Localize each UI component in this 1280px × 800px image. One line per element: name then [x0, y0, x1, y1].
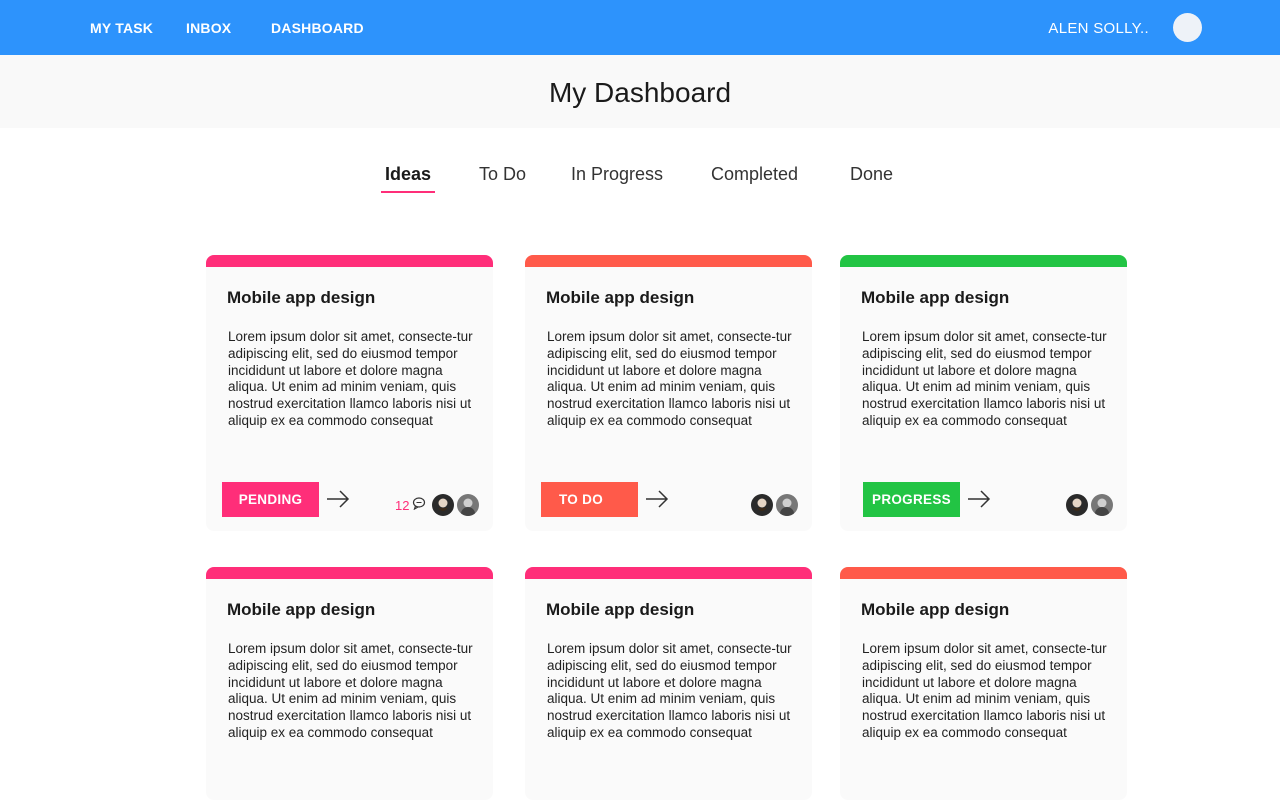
active-tab-indicator [381, 191, 435, 193]
task-card[interactable]: Mobile app design Lorem ipsum dolor sit … [840, 567, 1127, 800]
card-accent-bar [525, 255, 812, 267]
member-avatar[interactable] [776, 494, 798, 516]
task-card[interactable]: Mobile app design Lorem ipsum dolor sit … [840, 255, 1127, 531]
nav-link-my-task[interactable]: MY TASK [90, 20, 153, 36]
card-title: Mobile app design [546, 600, 695, 619]
card-description: Lorem ipsum dolor sit amet, consecte-tur… [862, 641, 1107, 740]
card-accent-bar [206, 255, 493, 267]
arrow-right-icon[interactable] [644, 488, 670, 510]
member-avatar[interactable] [432, 494, 454, 516]
card-title: Mobile app design [227, 288, 376, 307]
page-title: My Dashboard [548, 77, 732, 108]
member-avatar[interactable] [457, 494, 479, 516]
tab-ideas[interactable]: Ideas [385, 164, 431, 185]
status-button-progress[interactable]: PROGRESS [863, 482, 960, 517]
comment-count: 12 [395, 498, 410, 513]
card-description: Lorem ipsum dolor sit amet, consecte-tur… [862, 329, 1107, 428]
task-card[interactable]: Mobile app design Lorem ipsum dolor sit … [525, 255, 812, 531]
nav-link-inbox[interactable]: INBOX [186, 20, 231, 36]
card-title: Mobile app design [546, 288, 695, 307]
card-accent-bar [840, 255, 1127, 267]
user-name[interactable]: ALEN SOLLY.. [1048, 20, 1149, 37]
task-card[interactable]: Mobile app design Lorem ipsum dolor sit … [206, 567, 493, 800]
member-avatar[interactable] [1091, 494, 1113, 516]
card-accent-bar [206, 567, 493, 579]
user-avatar[interactable] [1173, 13, 1202, 42]
card-description: Lorem ipsum dolor sit amet, consecte-tur… [547, 329, 792, 428]
card-title: Mobile app design [861, 600, 1010, 619]
card-accent-bar [840, 567, 1127, 579]
title-bar: My Dashboard [0, 55, 1280, 128]
comment-icon[interactable] [412, 496, 426, 510]
task-card[interactable]: Mobile app design Lorem ipsum dolor sit … [525, 567, 812, 800]
card-title: Mobile app design [861, 288, 1010, 307]
task-card[interactable]: Mobile app design Lorem ipsum dolor sit … [206, 255, 493, 531]
card-accent-bar [525, 567, 812, 579]
tab-done[interactable]: Done [850, 164, 893, 185]
tab-to-do[interactable]: To Do [479, 164, 526, 185]
member-avatar[interactable] [751, 494, 773, 516]
card-description: Lorem ipsum dolor sit amet, consecte-tur… [547, 641, 792, 740]
tab-in-progress[interactable]: In Progress [571, 164, 663, 185]
status-button-to-do[interactable]: TO DO [541, 482, 638, 517]
status-button-pending[interactable]: PENDING [222, 482, 319, 517]
card-title: Mobile app design [227, 600, 376, 619]
tab-completed[interactable]: Completed [711, 164, 798, 185]
card-description: Lorem ipsum dolor sit amet, consecte-tur… [228, 641, 473, 740]
nav-link-dashboard[interactable]: DASHBOARD [271, 20, 364, 36]
top-nav-bar: MY TASK INBOX DASHBOARD ALEN SOLLY.. [0, 0, 1280, 55]
arrow-right-icon[interactable] [966, 488, 992, 510]
arrow-right-icon[interactable] [325, 488, 351, 510]
card-description: Lorem ipsum dolor sit amet, consecte-tur… [228, 329, 473, 428]
member-avatar[interactable] [1066, 494, 1088, 516]
